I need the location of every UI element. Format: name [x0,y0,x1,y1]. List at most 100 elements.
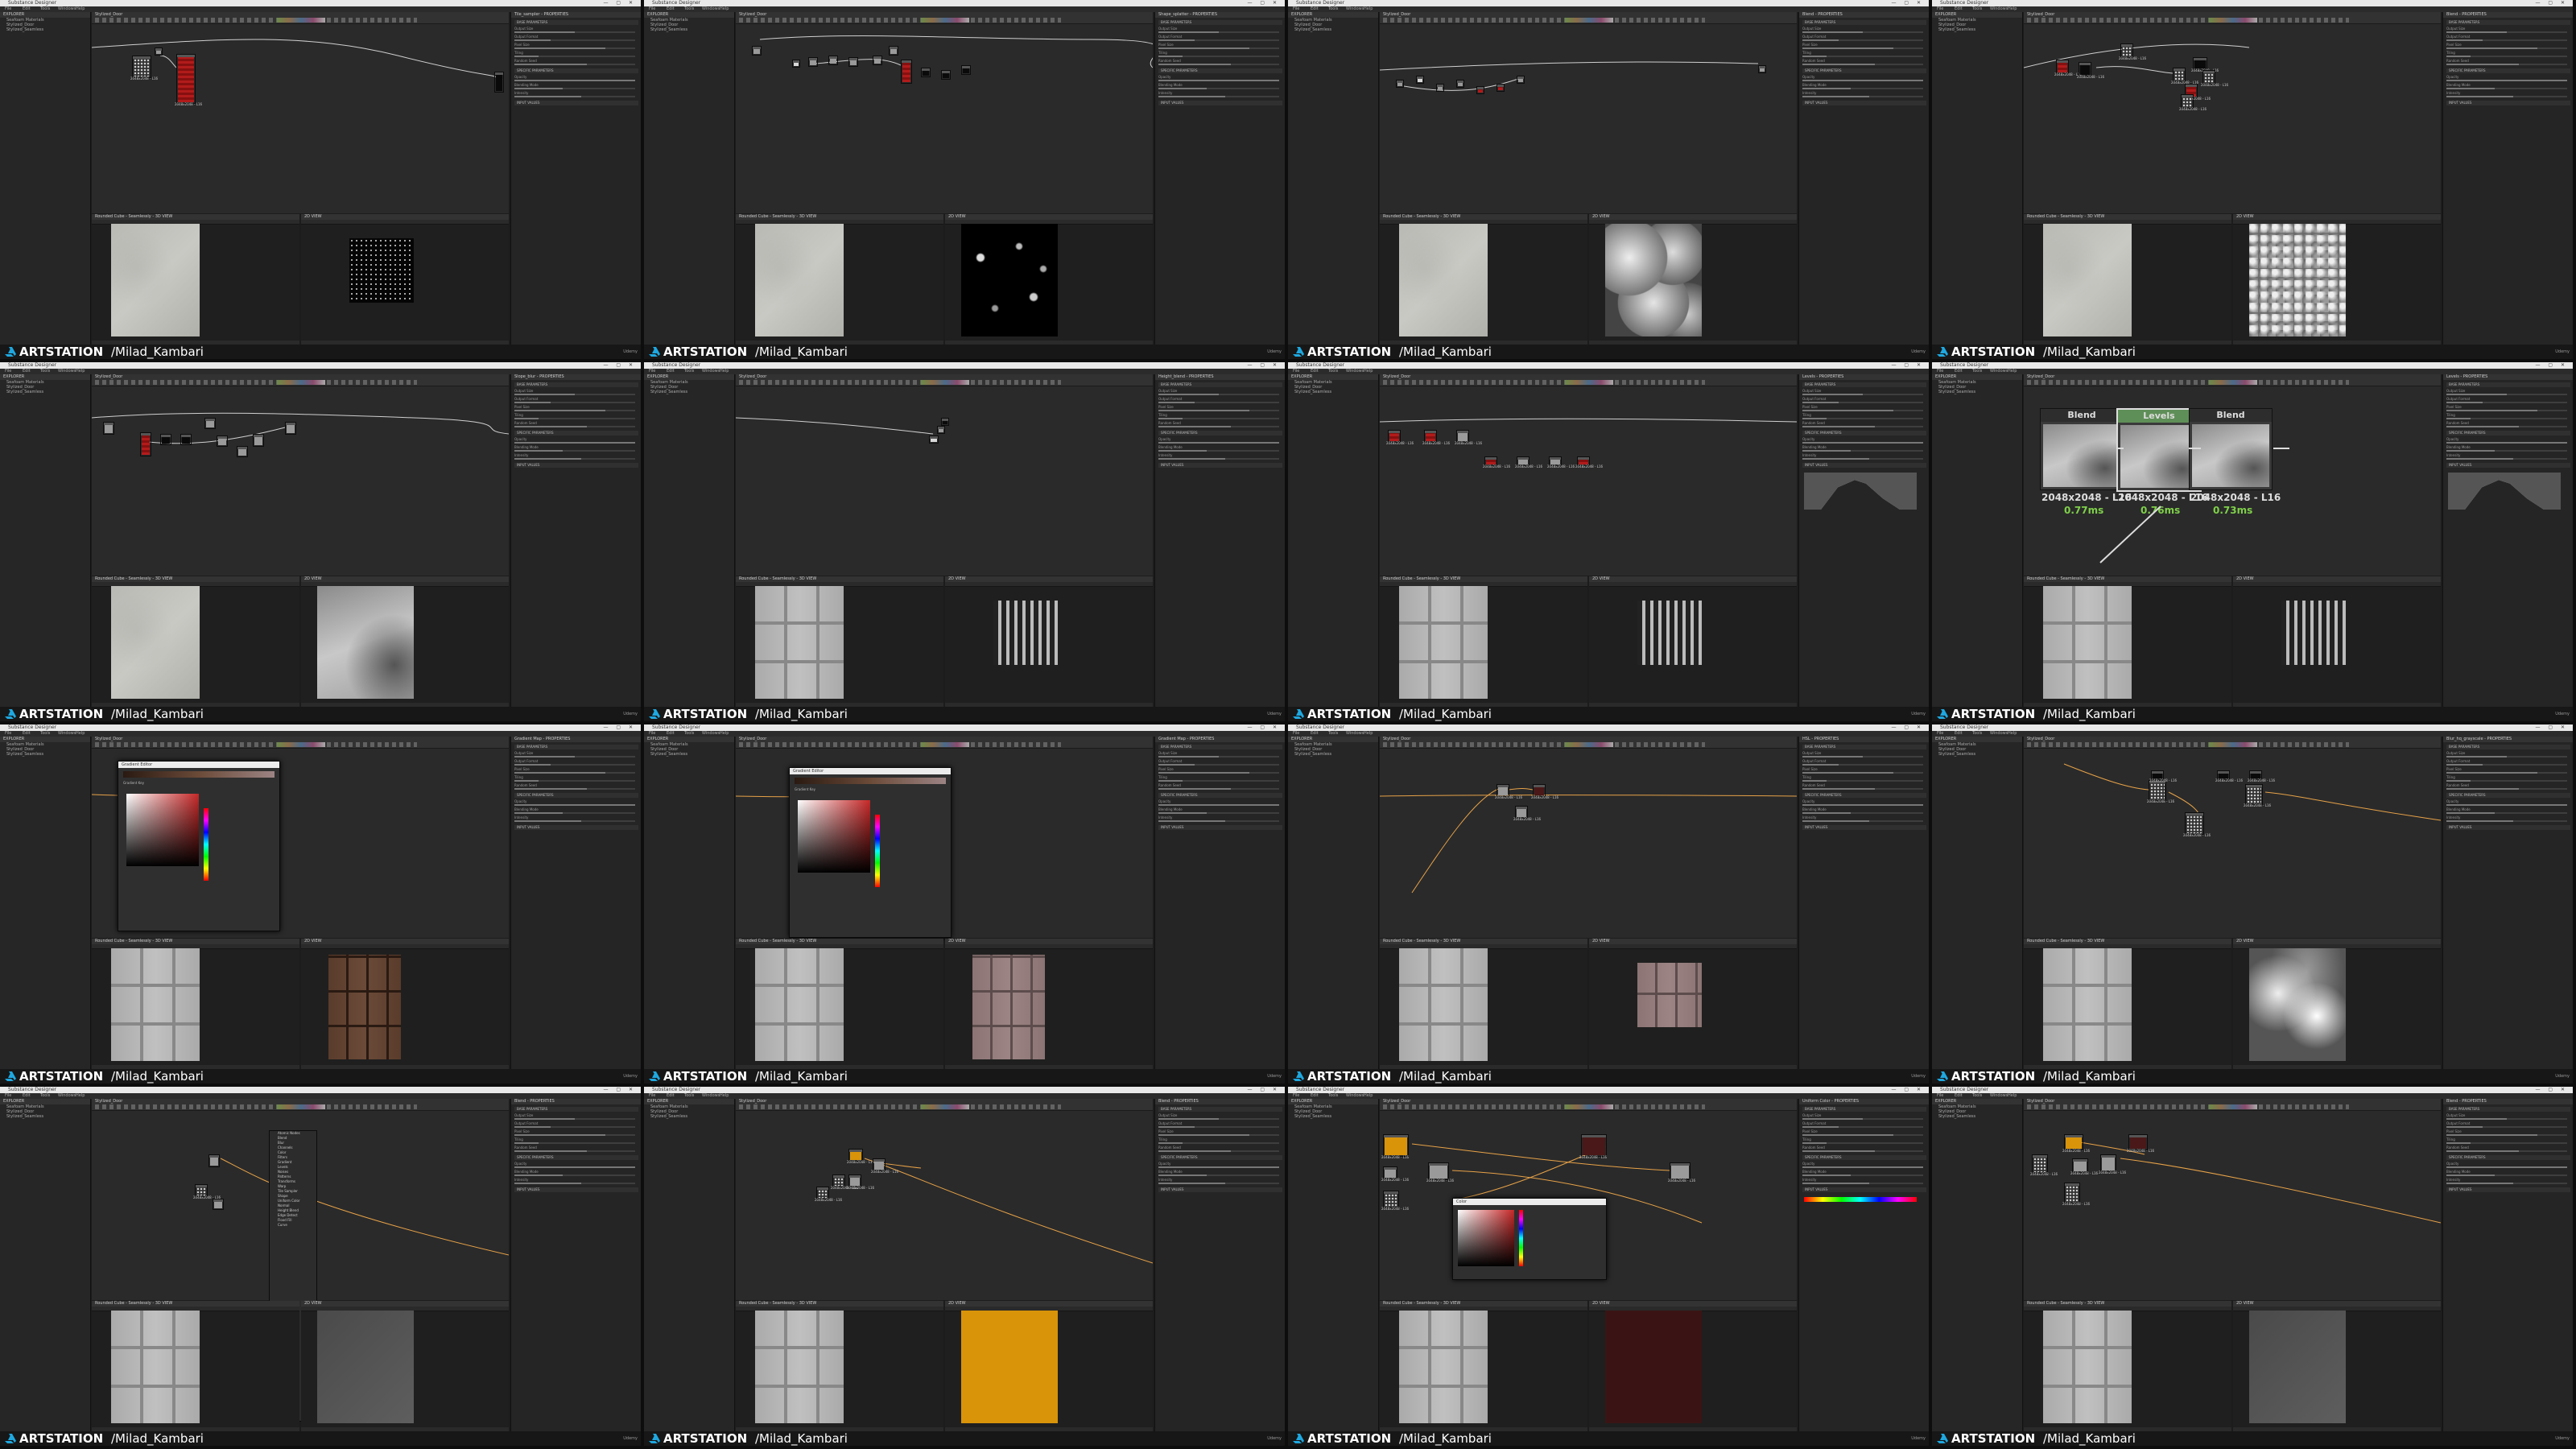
property-row[interactable]: Opacity [1158,76,1282,82]
property-row[interactable]: Tiling [1158,414,1282,420]
menu-item-windows[interactable]: Windows [1346,6,1364,12]
property-slider[interactable] [2446,1174,2567,1176]
property-slider[interactable] [2446,31,2567,33]
graph-editor[interactable]: Stylized_Door 2048x2048 - L16 2048x2048 - … [1380,737,1797,938]
gradient-editor-dialog[interactable]: Gradient Editor Gradient Key [118,761,280,931]
viewport-2d[interactable]: 2D VIEW [301,939,509,1069]
property-slider[interactable] [514,88,635,89]
menu-item-help[interactable]: Help [2008,369,2017,374]
property-row[interactable]: Random Seed [1802,784,1926,791]
property-slider[interactable] [1802,402,1923,403]
property-row[interactable]: Pixel Size [2446,1130,2570,1137]
property-slider[interactable] [514,39,635,41]
window-controls[interactable]: — ▢ ✕ [1891,1,1924,6]
property-row[interactable]: Opacity [514,800,638,807]
property-row[interactable]: Pixel Size [2446,406,2570,412]
viewport-2d-texture[interactable] [1637,963,1702,1027]
menu-item-edit[interactable]: Edit [1311,1093,1319,1099]
graph-node[interactable] [792,60,800,68]
menu-item-file[interactable]: File [5,6,11,12]
graph-node[interactable] [1517,76,1525,84]
graph-node[interactable] [180,434,192,445]
menu-item-help[interactable]: Help [2008,6,2017,12]
viewport-2d-texture[interactable] [2249,1311,2346,1423]
property-slider[interactable] [1158,402,1279,403]
property-slider[interactable] [2446,1166,2567,1168]
menu-item-file[interactable]: File [649,731,655,737]
property-slider[interactable] [1158,96,1279,97]
property-row[interactable]: Output Size [2446,1114,2570,1121]
property-slider[interactable] [1802,1142,1923,1144]
property-row[interactable]: Opacity [2446,1162,2570,1169]
graph-node[interactable] [217,436,228,447]
menu-item-windows[interactable]: Windows [1990,369,2008,374]
menu-item-tools[interactable]: Tools [1328,1093,1338,1099]
menu-item-windows[interactable]: Windows [58,1093,76,1099]
viewport-2d-texture[interactable] [328,955,401,1059]
property-slider[interactable] [514,426,635,427]
graph-node[interactable] [204,418,216,429]
property-slider[interactable] [1158,820,1279,822]
graph-node-chips[interactable] [277,18,325,23]
window-controls[interactable]: — ▢ ✕ [1247,1088,1280,1092]
menu-item-tools[interactable]: Tools [1328,731,1338,737]
property-row[interactable]: Blending Mode [2446,446,2570,452]
explorer-item[interactable]: Stylized_Seamless [1288,27,1378,32]
menu-item-windows[interactable]: Windows [1346,731,1364,737]
property-slider[interactable] [1158,772,1279,774]
viewport-2d-texture[interactable] [2249,948,2346,1061]
property-row[interactable]: Output Size [1802,752,1926,758]
explorer-item[interactable]: Stylized_Seamless [0,27,90,32]
viewport-3d[interactable]: Rounded Cube - Seamlessly - 3D VIEW [2024,939,2231,1069]
property-row[interactable]: Intensity [514,816,638,823]
property-slider[interactable] [2446,764,2567,766]
viewport-3d[interactable]: Rounded Cube - Seamlessly - 3D VIEW [92,576,299,707]
property-row[interactable]: Random Seed [1802,422,1926,428]
graph-node-chips[interactable] [1565,18,1613,23]
menu-item-windows[interactable]: Windows [58,731,76,737]
property-slider[interactable] [1802,64,1923,65]
property-row[interactable]: Random Seed [2446,60,2570,66]
viewport-2d-texture[interactable] [2281,601,2346,665]
property-slider[interactable] [2446,1150,2567,1152]
hue-slider[interactable] [875,815,880,887]
graph-node[interactable] [1436,84,1444,92]
menu-item-file[interactable]: File [1937,369,1943,374]
explorer-item[interactable]: Stylized_Seamless [0,390,90,394]
window-controls[interactable]: — ▢ ✕ [1247,1,1280,6]
property-slider[interactable] [514,1118,635,1120]
graph-node[interactable] [2245,784,2263,805]
property-row[interactable]: Pixel Size [1158,768,1282,774]
graph-node[interactable] [1496,84,1505,92]
property-row[interactable]: Intensity [1158,816,1282,823]
property-slider[interactable] [2446,450,2567,452]
property-row[interactable]: Output Format [2446,35,2570,42]
property-row[interactable]: Tiling [2446,1138,2570,1145]
graph-editor[interactable]: Stylized_Door 2048x2048 - L16 2048x2048 - … [92,12,509,213]
property-row[interactable]: Opacity [514,438,638,444]
property-row[interactable]: Output Size [1802,390,1926,396]
explorer-item[interactable]: Stylized_Seamless [0,1114,90,1119]
viewport-2d[interactable]: 2D VIEW [945,214,1153,345]
property-row[interactable]: Blending Mode [514,446,638,452]
menu-item-file[interactable]: File [649,1093,655,1099]
property-slider[interactable] [2446,804,2567,806]
property-slider[interactable] [514,31,635,33]
property-slider[interactable] [1802,820,1923,822]
menu-item-tools[interactable]: Tools [684,731,694,737]
viewport-2d-texture[interactable] [972,955,1045,1059]
property-row[interactable]: Random Seed [1802,1146,1926,1153]
viewport-2d-texture[interactable] [1637,601,1702,665]
viewport-2d-texture[interactable] [961,224,1058,336]
property-slider[interactable] [1802,80,1923,81]
menu-item-edit[interactable]: Edit [1311,6,1319,12]
property-slider[interactable] [1802,780,1923,782]
property-slider[interactable] [1802,1126,1923,1128]
property-slider[interactable] [1802,458,1923,460]
viewport-2d[interactable]: 2D VIEW [301,214,509,345]
property-slider[interactable] [1802,418,1923,419]
property-slider[interactable] [1158,764,1279,766]
property-row[interactable]: Output Size [1158,27,1282,34]
property-row[interactable]: Output Size [514,390,638,396]
property-slider[interactable] [2446,1183,2567,1184]
